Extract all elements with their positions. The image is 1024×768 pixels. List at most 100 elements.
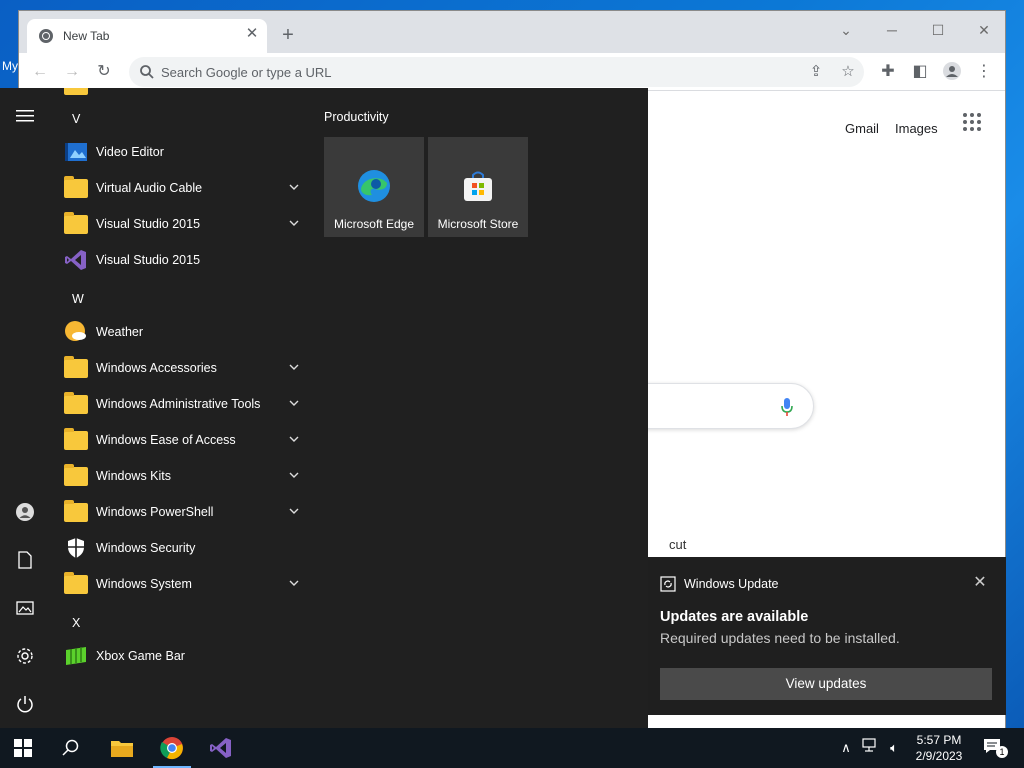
windows-logo-icon [14, 739, 32, 757]
side-panel-icon[interactable]: ◧ [909, 61, 931, 83]
taskbar-chrome[interactable] [149, 728, 195, 768]
app-windows-administrative-tools[interactable]: Windows Administrative Tools [50, 386, 305, 422]
show-hidden-icons-chevron-icon[interactable]: ∧ [836, 738, 856, 758]
tab-title: New Tab [63, 29, 110, 43]
taskbar-search-button[interactable] [48, 728, 94, 768]
images-link[interactable]: Images [895, 121, 938, 136]
visual-studio-icon [65, 250, 86, 270]
folder-icon [64, 356, 88, 380]
app-label: Windows Accessories [96, 361, 217, 375]
app-windows-security[interactable]: Windows Security [50, 530, 305, 566]
chevron-down-icon [289, 220, 299, 226]
app-xbox-game-bar[interactable]: Xbox Game Bar [50, 638, 305, 674]
forward-arrow-icon[interactable]: → [61, 61, 83, 83]
app-windows-system[interactable]: Windows System [50, 566, 305, 602]
start-rail [0, 88, 50, 728]
clock-time: 5:57 PM [916, 733, 962, 747]
share-icon[interactable]: ⇪ [805, 61, 827, 83]
profile-avatar-icon[interactable] [941, 61, 963, 83]
taskbar-file-explorer[interactable] [99, 728, 145, 768]
tile-microsoft-store[interactable]: Microsoft Store [428, 137, 528, 237]
tab-new-tab[interactable]: New Tab ✕ [27, 19, 267, 53]
letter-header-w[interactable]: W [72, 292, 84, 306]
clock-date: 2/9/2023 [915, 749, 963, 763]
app-label: Windows Security [96, 541, 196, 555]
chrome-menu-icon[interactable]: ⋮ [973, 61, 995, 83]
app-label: Video Editor [96, 145, 164, 159]
tab-search-chevron-icon[interactable]: ⌄ [831, 19, 861, 41]
close-icon[interactable]: ✕ [970, 573, 990, 593]
app-visual-studio-2015[interactable]: Visual Studio 2015 [50, 242, 305, 278]
system-clock[interactable]: 5:57 PM 2/9/2023 [906, 732, 972, 764]
pictures-icon[interactable] [9, 592, 41, 624]
app-label: Xbox Game Bar [96, 649, 185, 663]
taskbar: ∧ 🔈︎ 5:57 PM 2/9/2023 1 [0, 728, 1024, 768]
file-explorer-icon [111, 741, 133, 757]
app-video-editor[interactable]: Video Editor [50, 134, 305, 170]
chevron-down-icon [289, 184, 299, 190]
shield-icon [68, 538, 84, 558]
chrome-favicon-icon [39, 29, 53, 43]
minimize-button[interactable]: ─ [877, 19, 907, 41]
tile-group-title: Productivity [324, 110, 389, 124]
tab-close-icon[interactable]: ✕ [243, 25, 261, 43]
start-button[interactable] [0, 728, 46, 768]
hamburger-menu-icon[interactable] [9, 100, 41, 132]
app-windows-kits[interactable]: Windows Kits [50, 458, 305, 494]
back-arrow-icon[interactable]: ← [29, 61, 51, 83]
app-visual-studio-2015-folder[interactable]: Visual Studio 2015 [50, 206, 305, 242]
documents-icon[interactable] [9, 544, 41, 576]
bookmark-star-icon[interactable]: ☆ [837, 61, 859, 83]
power-icon[interactable] [9, 688, 41, 720]
gmail-link[interactable]: Gmail [845, 121, 879, 136]
letter-header-x[interactable]: X [72, 616, 80, 630]
taskbar-visual-studio[interactable] [198, 728, 244, 768]
tile-label: Microsoft Store [437, 217, 519, 231]
folder-icon [64, 572, 88, 596]
visual-studio-icon [210, 738, 231, 758]
chevron-down-icon [289, 580, 299, 586]
omnibox-placeholder: Search Google or type a URL [161, 65, 332, 80]
app-label: Virtual Audio Cable [96, 181, 203, 195]
reload-icon[interactable]: ↻ [93, 61, 115, 83]
google-apps-icon[interactable] [963, 113, 983, 133]
close-window-button[interactable]: ✕ [969, 19, 999, 41]
windows-update-icon [660, 576, 676, 592]
folder-icon [64, 428, 88, 452]
tab-strip: New Tab ✕ + ⌄ ─ ☐ ✕ [19, 11, 1005, 53]
microphone-icon[interactable] [780, 397, 794, 417]
extensions-puzzle-icon[interactable]: ✚ [877, 61, 899, 83]
app-windows-accessories[interactable]: Windows Accessories [50, 350, 305, 386]
app-windows-ease-of-access[interactable]: Windows Ease of Access [50, 422, 305, 458]
windows-update-notification[interactable]: Windows Update ✕ Updates are available R… [648, 557, 1006, 715]
app-windows-powershell[interactable]: Windows PowerShell [50, 494, 305, 530]
app-virtual-audio-cable[interactable]: Virtual Audio Cable [50, 170, 305, 206]
weather-icon [65, 321, 86, 341]
folder-icon [64, 464, 88, 488]
app-list: V Video Editor Virtual Audio Cable Visua… [50, 88, 310, 728]
app-label: Visual Studio 2015 [96, 217, 201, 231]
chevron-down-icon [289, 436, 299, 442]
tile-microsoft-edge[interactable]: Microsoft Edge [324, 137, 424, 237]
maximize-button[interactable]: ☐ [923, 19, 953, 41]
chrome-icon [160, 737, 183, 760]
chevron-down-icon [289, 508, 299, 514]
omnibox[interactable]: Search Google or type a URL ⇪ ☆ [129, 57, 864, 87]
volume-icon[interactable]: 🔈︎ [884, 738, 904, 758]
network-icon[interactable] [860, 738, 880, 758]
user-account-icon[interactable] [9, 496, 41, 528]
tile-label: Microsoft Edge [333, 217, 415, 231]
desktop-icon-label[interactable]: My [2, 59, 18, 73]
start-menu: V Video Editor Virtual Audio Cable Visua… [0, 88, 648, 728]
new-tab-button[interactable]: + [277, 24, 299, 46]
shortcut-label-partial: cut [669, 537, 687, 552]
settings-gear-icon[interactable] [9, 640, 41, 672]
app-label: Windows Kits [96, 469, 172, 483]
letter-header-v[interactable]: V [72, 112, 80, 126]
chevron-down-icon [289, 472, 299, 478]
xbox-game-bar-icon [66, 647, 86, 665]
view-updates-button[interactable]: View updates [660, 668, 992, 700]
app-weather[interactable]: Weather [50, 314, 305, 350]
app-label: Windows Administrative Tools [96, 397, 261, 411]
notification-app-name: Windows Update [684, 577, 779, 591]
